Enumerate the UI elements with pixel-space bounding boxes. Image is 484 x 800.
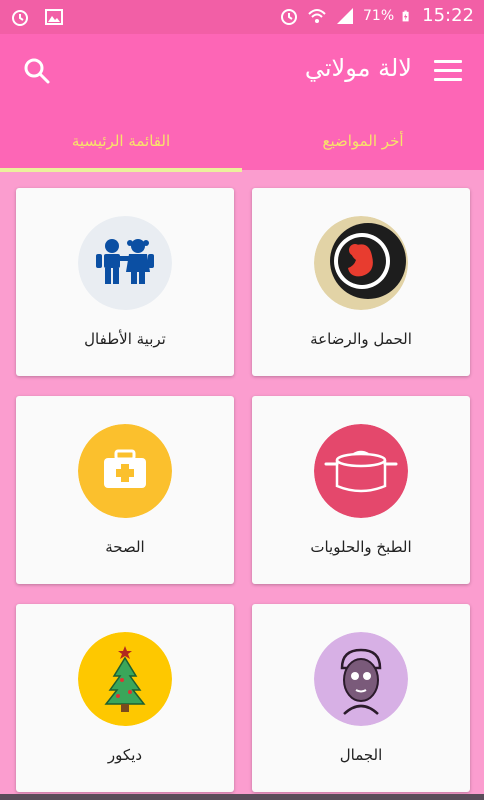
christmas-tree-icon <box>78 632 172 726</box>
alarm-clock-icon <box>281 8 297 25</box>
image-icon <box>45 9 63 25</box>
search-icon[interactable] <box>22 56 52 86</box>
category-grid: الحمل والرضاعة تربية الأطفال الطبخ والحل… <box>16 188 470 792</box>
category-card-decor[interactable]: ديكور <box>16 604 234 792</box>
cooking-pot-icon <box>314 424 408 518</box>
tab-latest-topics[interactable]: أخر المواضيع <box>242 124 484 170</box>
category-label: الحمل والرضاعة <box>310 330 412 348</box>
category-card-parenting[interactable]: تربية الأطفال <box>16 188 234 376</box>
menu-icon[interactable] <box>434 60 462 82</box>
fetus-icon <box>314 216 408 310</box>
alarm-icon <box>12 10 28 26</box>
category-card-health[interactable]: الصحة <box>16 396 234 584</box>
status-bar: 71% 15:22 <box>0 0 484 34</box>
category-card-cooking[interactable]: الطبخ والحلويات <box>252 396 470 584</box>
battery-charging-icon <box>402 10 409 21</box>
tab-main-menu[interactable]: القائمة الرئيسية <box>0 124 242 172</box>
children-icon <box>78 216 172 310</box>
category-label: الطبخ والحلويات <box>310 538 412 556</box>
tab-bar: القائمة الرئيسية أخر المواضيع <box>0 124 484 172</box>
category-card-pregnancy[interactable]: الحمل والرضاعة <box>252 188 470 376</box>
navigation-bar-edge <box>0 794 484 800</box>
category-label: ديكور <box>107 746 143 764</box>
app-title: لالة مولاتي <box>304 54 412 82</box>
wifi-icon <box>308 8 326 23</box>
app-bar: لالة مولاتي القائمة الرئيسية أخر المواضي… <box>0 34 484 172</box>
category-label: تربية الأطفال <box>84 330 166 348</box>
face-mask-icon <box>314 632 408 726</box>
first-aid-kit-icon <box>78 424 172 518</box>
category-label: الصحة <box>105 538 145 556</box>
category-label: الجمال <box>339 746 383 764</box>
clock: 15:22 <box>422 5 474 26</box>
battery-percent: 71% <box>363 7 395 24</box>
signal-icon <box>337 7 353 24</box>
category-card-beauty[interactable]: الجمال <box>252 604 470 792</box>
